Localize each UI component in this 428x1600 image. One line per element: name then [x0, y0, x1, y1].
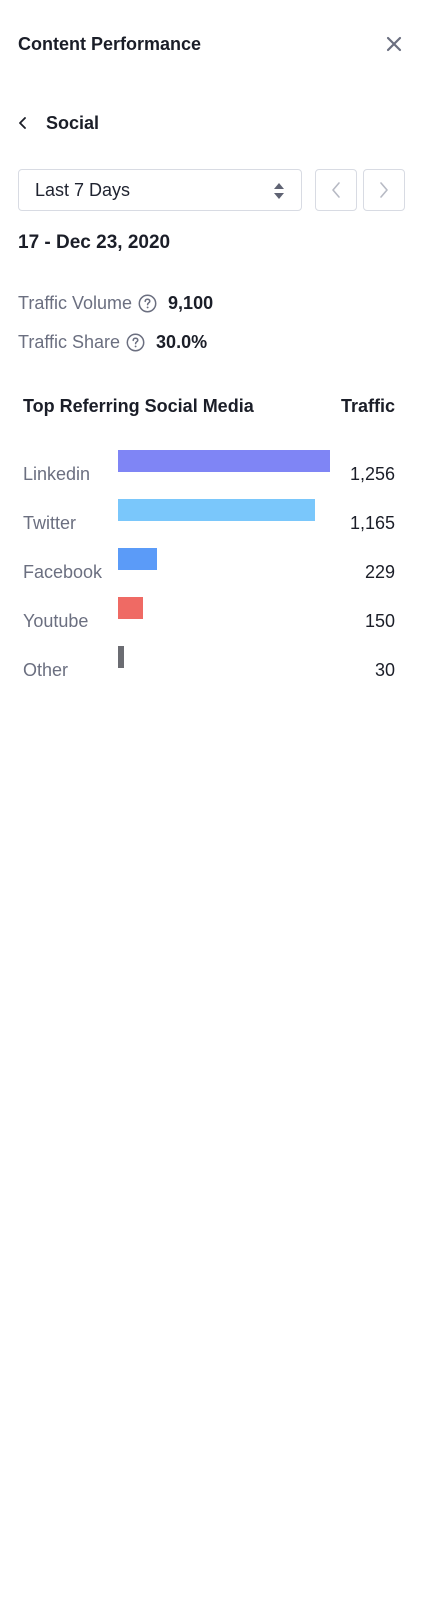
referrer-traffic-value: 229 [364, 562, 395, 582]
date-controls: Last 7 Days [18, 169, 406, 213]
back-button[interactable]: Social [18, 108, 99, 138]
traffic-volume-label: Traffic Volume [18, 292, 133, 313]
question-circle-icon[interactable] [138, 294, 157, 313]
referrer-label: Facebook [23, 562, 103, 582]
referrer-row: Other 30 [23, 646, 395, 695]
referrer-traffic-value: 1,165 [349, 513, 395, 533]
traffic-volume-metric: Traffic Volume 9,100 [18, 290, 213, 316]
referrer-row: Twitter 1,165 [23, 499, 395, 548]
referrer-label: Linkedin [23, 464, 91, 484]
traffic-column-header: Traffic [340, 396, 395, 416]
traffic-bar [118, 548, 157, 570]
content-performance-panel: Content Performance Social Last 7 Days 1… [0, 0, 428, 1600]
range-select[interactable]: Last 7 Days [18, 169, 302, 211]
previous-period-button[interactable] [315, 169, 357, 211]
social-referrer-list: Linkedin 1,256 Twitter 1,165 Facebook 22… [23, 450, 395, 695]
traffic-share-value: 30.0% [156, 331, 208, 352]
social-table-title: Top Referring Social Media [23, 396, 254, 416]
range-select-value: Last 7 Days [35, 179, 131, 200]
referrer-row: Linkedin 1,256 [23, 450, 395, 499]
referrer-label: Twitter [23, 513, 77, 533]
back-label: Social [46, 112, 100, 133]
referrer-label: Youtube [23, 611, 89, 631]
referrer-traffic-value: 1,256 [349, 464, 395, 484]
chevron-right-icon [380, 182, 388, 198]
chevron-left-icon [18, 115, 34, 131]
traffic-bar [118, 597, 143, 619]
close-button[interactable] [380, 30, 408, 58]
traffic-share-label: Traffic Share [18, 331, 121, 352]
close-icon [386, 36, 402, 52]
traffic-bar [118, 646, 124, 668]
referrer-traffic-value: 150 [364, 611, 395, 631]
referrer-row: Youtube 150 [23, 597, 395, 646]
chevron-left-icon [332, 182, 340, 198]
social-table-header: Top Referring Social Media Traffic [23, 396, 395, 417]
panel-header: Content Performance [18, 28, 410, 60]
referrer-traffic-value: 30 [374, 660, 395, 680]
traffic-bar [118, 499, 315, 521]
next-period-button[interactable] [363, 169, 405, 211]
traffic-share-metric: Traffic Share 30.0% [18, 329, 207, 355]
referrer-label: Other [23, 660, 69, 680]
traffic-bar [118, 450, 330, 472]
question-circle-icon[interactable] [126, 333, 145, 352]
sort-icon [274, 183, 284, 199]
traffic-volume-value: 9,100 [168, 292, 214, 313]
date-range-label: 17 - Dec 23, 2020 [18, 232, 171, 253]
referrer-row: Facebook 229 [23, 548, 395, 597]
panel-title: Content Performance [18, 33, 202, 54]
